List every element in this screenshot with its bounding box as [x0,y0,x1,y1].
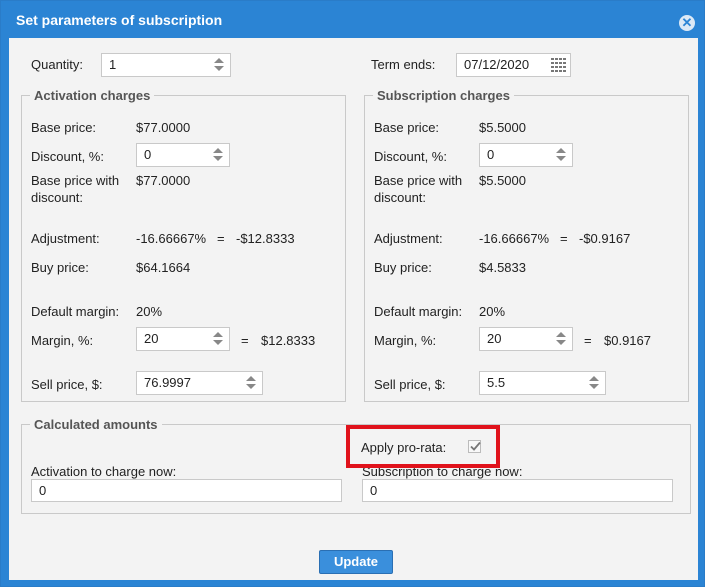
activation-adjustment-value: -$12.8333 [236,231,295,246]
activation-sell-price-label: Sell price, $: [31,377,103,392]
activation-sell-price-stepper[interactable]: 76.9997 [136,371,263,395]
subscription-buy-price-label: Buy price: [374,260,432,275]
subscription-adjustment-label: Adjustment: [374,231,443,246]
activation-charges-legend: Activation charges [34,88,151,103]
activation-margin-value: 20 [144,331,159,346]
subscription-default-margin-label: Default margin: [374,304,463,319]
subscription-margin-label: Margin, %: [374,333,437,348]
dialog-content: Quantity: 1 Term ends: 07/12/2020 Activa… [9,38,698,580]
subscription-margin-stepper[interactable]: 20 [479,327,573,351]
subscription-discount-label: Discount, %: [374,149,447,164]
subscription-adjustment-pct: -16.66667% [479,231,550,246]
spinner-icon[interactable] [246,375,256,391]
subscription-margin-value: 20 [487,331,502,346]
activation-buy-price-value: $64.1664 [136,260,191,275]
subscription-base-with-discount-value: $5.5000 [479,173,526,188]
subscription-dialog: Set parameters of subscription ✕ Quantit… [0,0,705,587]
subscription-adjustment-value: -$0.9167 [579,231,631,246]
activation-base-with-discount-label-1: Base price with [31,173,120,188]
subscription-base-price-label: Base price: [374,120,440,135]
activation-margin-stepper[interactable]: 20 [136,327,230,351]
subscription-margin-eq: = [584,333,592,348]
subscription-buy-price-value: $4.5833 [479,260,526,275]
spinner-icon[interactable] [213,331,223,347]
activation-default-margin-value: 20% [136,304,163,319]
subscription-discount-stepper[interactable]: 0 [479,143,573,167]
activation-discount-label: Discount, %: [31,149,104,164]
activation-discount-value: 0 [144,147,152,162]
subscription-base-with-discount-label-1: Base price with [374,173,463,188]
quantity-value: 1 [109,57,117,72]
activation-margin-label: Margin, %: [31,333,94,348]
spinner-icon[interactable] [589,375,599,391]
subscription-sell-price-stepper[interactable]: 5.5 [479,371,606,395]
activation-margin-eq: = [241,333,249,348]
activation-sell-price-value: 76.9997 [144,375,191,390]
activation-adjustment-pct: -16.66667% [136,231,207,246]
activation-now-field[interactable]: 0 [31,479,342,502]
activation-adjustment-label: Adjustment: [31,231,100,246]
subscription-discount-value: 0 [487,147,495,162]
subscription-now-field[interactable]: 0 [362,479,673,502]
activation-default-margin-label: Default margin: [31,304,120,319]
subscription-charges-legend: Subscription charges [377,88,510,103]
quantity-stepper[interactable]: 1 [101,53,231,77]
activation-now-value: 0 [39,483,47,498]
quantity-label: Quantity: [31,57,84,72]
activation-discount-stepper[interactable]: 0 [136,143,230,167]
activation-margin-amount: $12.8333 [261,333,316,348]
spinner-icon[interactable] [213,147,223,163]
subscription-sell-price-value: 5.5 [487,375,506,390]
subscription-now-value: 0 [370,483,378,498]
subscription-sell-price-label: Sell price, $: [374,377,446,392]
activation-adjustment-eq: = [217,231,225,246]
subscription-base-with-discount-label-2: discount: [374,190,427,205]
term-ends-value: 07/12/2020 [464,57,530,72]
calendar-icon[interactable] [551,58,566,72]
activation-buy-price-label: Buy price: [31,260,89,275]
subscription-default-margin-value: 20% [479,304,506,319]
spinner-icon[interactable] [556,147,566,163]
term-ends-date-field[interactable]: 07/12/2020 [456,53,571,77]
activation-base-with-discount-label-2: discount: [31,190,84,205]
subscription-margin-amount: $0.9167 [604,333,651,348]
activation-base-with-discount-value: $77.0000 [136,173,191,188]
activation-base-price-value: $77.0000 [136,120,191,135]
highlight-box [346,425,500,468]
dialog-title: Set parameters of subscription [16,12,223,28]
activation-now-label: Activation to charge now: [31,464,177,479]
subscription-adjustment-eq: = [560,231,568,246]
dialog-titlebar[interactable]: Set parameters of subscription ✕ [1,1,704,38]
close-icon[interactable]: ✕ [679,15,695,31]
term-ends-label: Term ends: [371,57,436,72]
update-button[interactable]: Update [319,550,393,574]
activation-base-price-label: Base price: [31,120,97,135]
spinner-icon[interactable] [214,57,224,73]
calculated-amounts-legend: Calculated amounts [34,417,158,432]
subscription-base-price-value: $5.5000 [479,120,526,135]
spinner-icon[interactable] [556,331,566,347]
